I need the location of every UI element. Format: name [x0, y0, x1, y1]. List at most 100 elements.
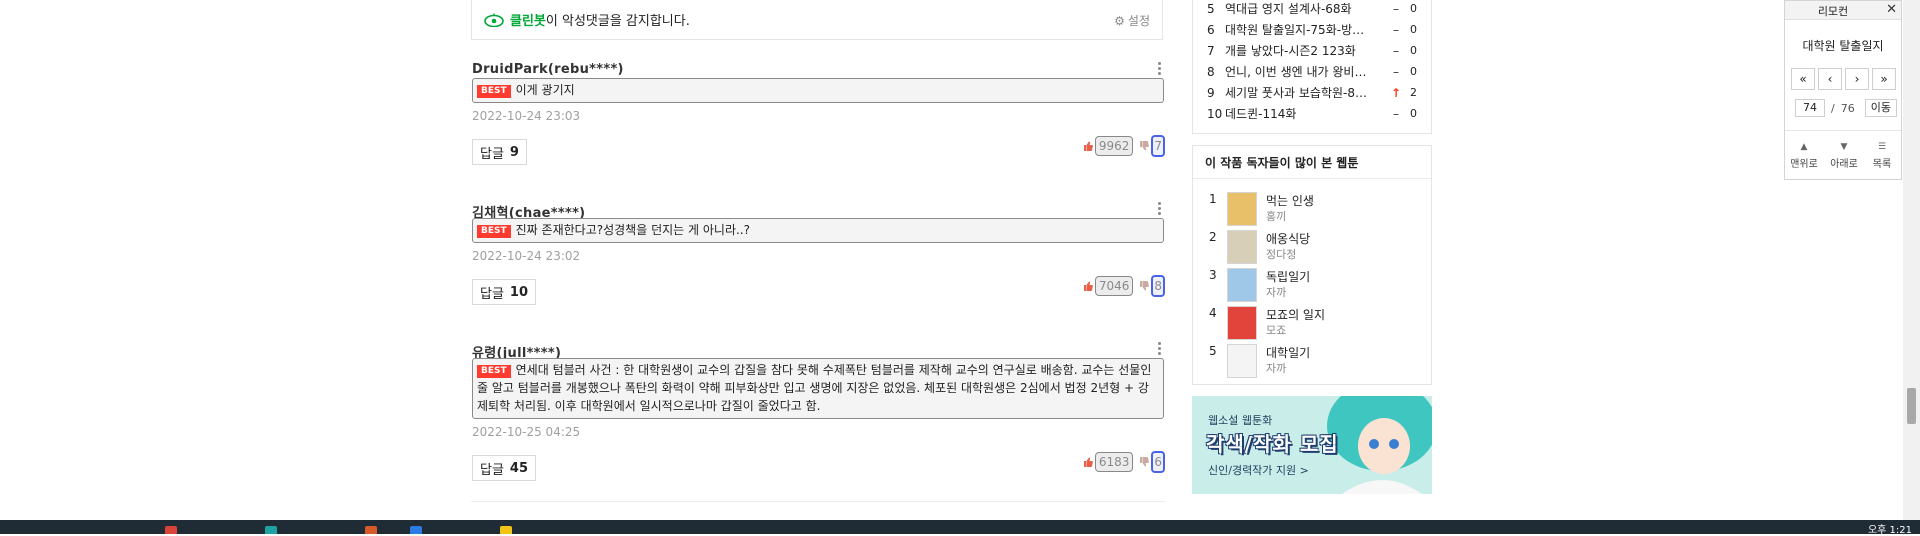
- webtoon-thumbnail[interactable]: [1227, 268, 1257, 302]
- webtoon-thumbnail[interactable]: [1227, 306, 1257, 340]
- webtoon-title[interactable]: 모죠의 일지: [1266, 306, 1325, 323]
- rank-title: 언니, 이번 생엔 내가 왕비…: [1225, 65, 1367, 79]
- go-button[interactable]: 이동: [1864, 99, 1897, 117]
- webtoon-title[interactable]: 대학일기: [1266, 344, 1310, 361]
- rank-title: 데드퀸-114화: [1225, 107, 1297, 121]
- best-badge: BEST: [477, 365, 511, 378]
- ranking-item[interactable]: 9 세기말 풋사과 보습학원-8… ↑ 2: [1207, 82, 1417, 103]
- rank-change: –: [1393, 64, 1399, 79]
- webtoon-item[interactable]: 3 독립일기 자까: [1209, 268, 1409, 304]
- settings-label: 설정: [1127, 14, 1150, 28]
- next-episode-button[interactable]: ›: [1845, 68, 1869, 90]
- cleanbot-brand[interactable]: 클린봇: [510, 10, 546, 29]
- reply-button[interactable]: 답글 10: [472, 279, 537, 305]
- ranking-item[interactable]: 8 언니, 이번 생엔 내가 왕비… – 0: [1207, 61, 1417, 82]
- taskbar-app-icon[interactable]: [410, 526, 422, 534]
- like-button[interactable]: 7046: [1083, 274, 1134, 298]
- taskbar-app-icon[interactable]: [165, 526, 177, 534]
- rank-number: 10: [1207, 106, 1223, 121]
- readers-also-viewed: 이 작품 독자들이 많이 본 웹툰 1 먹는 인생 홍끼 2 애옹식당 정다정 …: [1192, 145, 1432, 385]
- readers-heading: 이 작품 독자들이 많이 본 웹툰: [1205, 156, 1359, 170]
- taskbar-app-icon[interactable]: [265, 526, 277, 534]
- scroll-bottom-button[interactable]: ▼ 아래로: [1829, 142, 1859, 170]
- cleanbot-text: 이 악성댓글을 감지합니다.: [545, 14, 690, 29]
- dislike-count: 7: [1151, 135, 1165, 157]
- reply-label: 답글: [480, 146, 504, 162]
- scroll-top-button[interactable]: ▲ 맨위로: [1789, 142, 1819, 170]
- total-pages: 76: [1840, 101, 1855, 115]
- webtoon-author: 자까: [1266, 286, 1287, 299]
- page-separator: /: [1831, 101, 1835, 115]
- rank-change-count: 0: [1410, 107, 1417, 120]
- taskbar-app-icon[interactable]: [500, 526, 512, 534]
- comment-item: DruidPark(rebu****) BEST 이게 광기지 2022-10-2…: [471, 60, 1165, 222]
- vote-group: 9962 7: [1083, 134, 1165, 158]
- comment-item: 유령(jull****) BEST 연세대 텀블러 사건 : 한 대학원생이 교수…: [471, 342, 1165, 502]
- webtoon-title[interactable]: 애옹식당: [1266, 230, 1310, 247]
- webtoon-rank: 1: [1209, 192, 1217, 206]
- first-episode-button[interactable]: «: [1791, 68, 1815, 90]
- page-scrollbar[interactable]: [1903, 0, 1920, 520]
- ranking-item[interactable]: 10 데드퀸-114화 – 0: [1207, 103, 1417, 124]
- webtoon-item[interactable]: 2 애옹식당 정다정: [1209, 230, 1409, 266]
- list-label: 목록: [1872, 159, 1892, 170]
- remote-control-panel: 리모컨 ✕ 대학원 탈출일지 « ‹ › » 74 / 76 이동 ▲ 맨위로 …: [1784, 0, 1902, 180]
- webtoon-title[interactable]: 독립일기: [1266, 268, 1310, 285]
- cleanbot-icon: [484, 13, 504, 27]
- rank-change-count: 0: [1410, 23, 1417, 36]
- recruitment-banner[interactable]: 웹소설 웹툰화 각색/작화 모집 신인/경력작가 지원 >: [1192, 396, 1432, 494]
- banner-cta[interactable]: 신인/경력작가 지원 >: [1208, 462, 1309, 478]
- remote-divider: [1785, 130, 1901, 131]
- last-episode-button[interactable]: »: [1872, 68, 1896, 90]
- comment-text: 연세대 텀블러 사건 : 한 대학원생이 교수의 갑질을 참다 못해 수제폭탄 …: [477, 363, 1152, 413]
- comment-author[interactable]: DruidPark(rebu****): [472, 62, 624, 77]
- webtoon-author: 자까: [1266, 362, 1287, 375]
- comment-text: 진짜 존재한다고?성경책을 던지는 게 아니라..?: [515, 223, 750, 237]
- webtoon-thumbnail[interactable]: [1227, 230, 1257, 264]
- reply-button[interactable]: 답글 45: [472, 455, 537, 481]
- close-icon[interactable]: ✕: [1886, 2, 1897, 17]
- webtoon-thumbnail[interactable]: [1227, 192, 1257, 226]
- cleanbot-settings-button[interactable]: ⚙ 설정: [1114, 12, 1150, 29]
- caret-down-icon: ▼: [1840, 142, 1848, 152]
- rank-number: 8: [1207, 64, 1215, 79]
- rank-change-count: 2: [1410, 86, 1417, 99]
- webtoon-item[interactable]: 5 대학일기 자까: [1209, 344, 1409, 380]
- reply-count: 45: [509, 460, 529, 476]
- like-button[interactable]: 9962: [1083, 134, 1134, 158]
- rank-number: 5: [1207, 1, 1215, 16]
- dislike-button[interactable]: 8: [1139, 274, 1165, 298]
- thumbs-down-icon: [1140, 457, 1150, 467]
- more-options-icon[interactable]: [1153, 340, 1165, 358]
- webtoon-author: 정다정: [1266, 248, 1297, 261]
- ranking-item[interactable]: 6 대학원 탈출일지-75화-방… – 0: [1207, 19, 1417, 40]
- more-options-icon[interactable]: [1153, 200, 1165, 218]
- scrollbar-thumb[interactable]: [1907, 388, 1916, 424]
- taskbar-app-icon[interactable]: [365, 526, 377, 534]
- page-input[interactable]: 74: [1795, 99, 1825, 117]
- rank-title: 대학원 탈출일지-75화-방…: [1225, 23, 1365, 37]
- ranking-list: 5 역대급 영지 설계사-68화 – 0 6 대학원 탈출일지-75화-방… –…: [1192, 0, 1432, 134]
- best-badge: BEST: [477, 225, 511, 238]
- like-button[interactable]: 6183: [1083, 450, 1134, 474]
- webtoon-rank: 3: [1209, 268, 1217, 282]
- dislike-button[interactable]: 7: [1139, 134, 1165, 158]
- webtoon-thumbnail[interactable]: [1227, 344, 1257, 378]
- dislike-button[interactable]: 6: [1139, 450, 1165, 474]
- thumbs-up-icon: [1083, 281, 1093, 291]
- webtoon-title[interactable]: 먹는 인생: [1266, 192, 1314, 209]
- scroll-bottom-label: 아래로: [1830, 159, 1858, 170]
- reply-count: 9: [509, 144, 519, 160]
- comment-text: 이게 광기지: [515, 83, 575, 97]
- reply-button[interactable]: 답글 9: [472, 139, 527, 165]
- rank-up-arrow-icon: ↑: [1390, 85, 1402, 100]
- list-button[interactable]: ☰ 목록: [1867, 142, 1897, 170]
- more-options-icon[interactable]: [1153, 60, 1165, 78]
- gear-icon: ⚙: [1114, 13, 1125, 28]
- comment-date: 2022-10-25 04:25: [472, 425, 581, 439]
- webtoon-item[interactable]: 1 먹는 인생 홍끼: [1209, 192, 1409, 228]
- ranking-item[interactable]: 5 역대급 영지 설계사-68화 – 0: [1207, 0, 1417, 19]
- webtoon-item[interactable]: 4 모죠의 일지 모죠: [1209, 306, 1409, 342]
- ranking-item[interactable]: 7 개를 낳았다-시즌2 123화 – 0: [1207, 40, 1417, 61]
- prev-episode-button[interactable]: ‹: [1818, 68, 1842, 90]
